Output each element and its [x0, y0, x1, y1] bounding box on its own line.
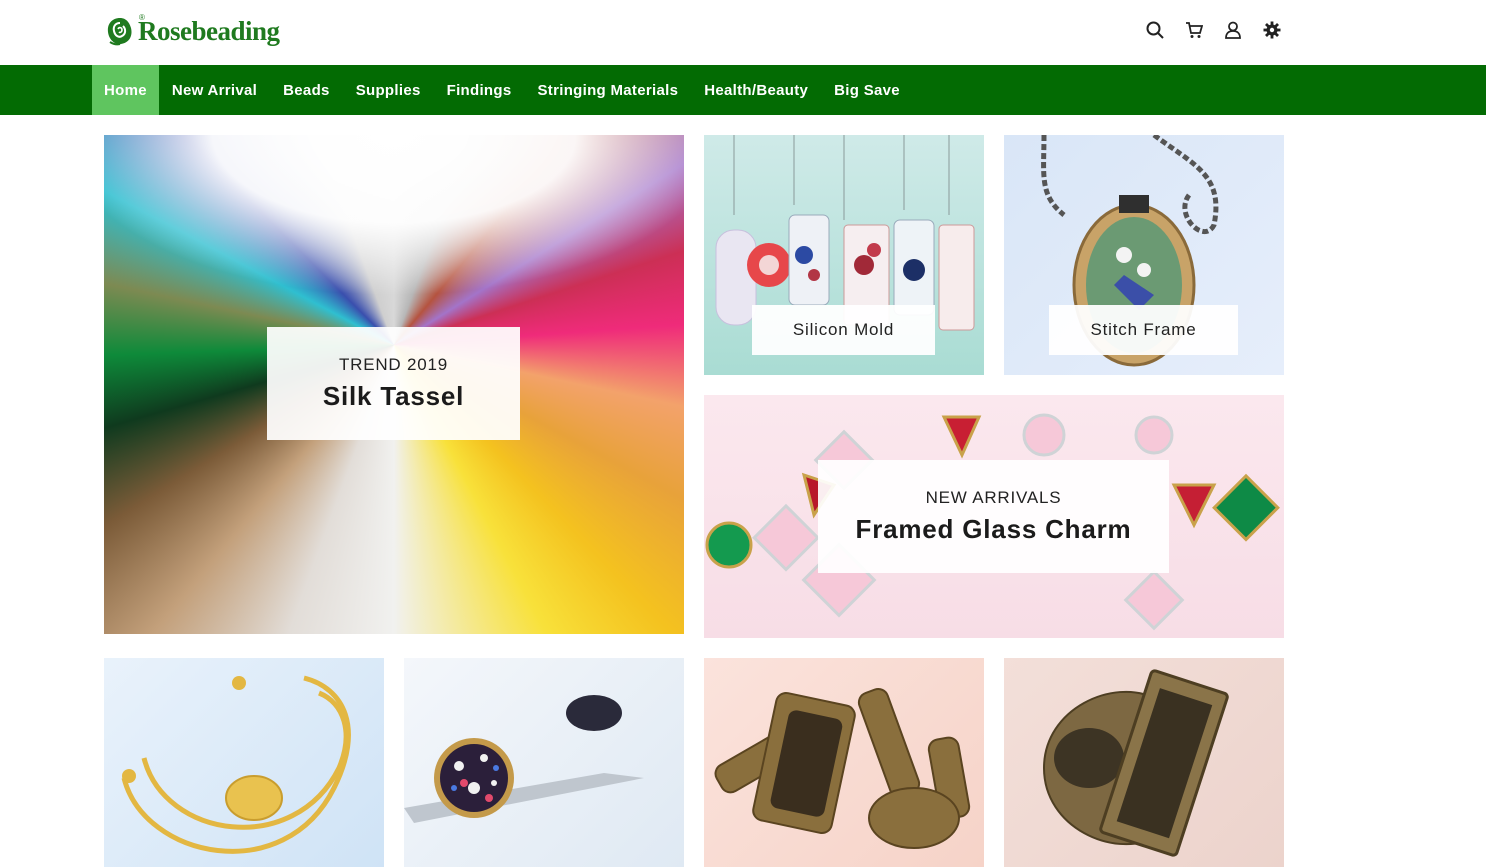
main-nav: Home New Arrival Beads Supplies Findings…	[0, 65, 1486, 115]
user-icon[interactable]	[1221, 19, 1245, 41]
nav-item-home[interactable]: Home	[92, 65, 159, 115]
banner-subtitle: TREND 2019	[338, 355, 449, 374]
silk-tassel-card: TREND 2019 Silk Tassel	[267, 327, 520, 440]
framed-glass-card: NEW ARRIVALS Framed Glass Charm	[818, 460, 1169, 573]
silk-tassel-banner[interactable]: TREND 2019 Silk Tassel	[104, 135, 684, 634]
cufflink-image	[714, 688, 971, 849]
header-actions	[1143, 19, 1299, 41]
silicon-mold-banner[interactable]: Silicon Mold	[704, 135, 984, 375]
framed-glass-charm-banner[interactable]: NEW ARRIVALS Framed Glass Charm	[704, 395, 1284, 638]
nav-item-beads[interactable]: Beads	[270, 65, 343, 115]
nav-item-health-beauty[interactable]: Health/Beauty	[691, 65, 821, 115]
nav-item-findings[interactable]: Findings	[434, 65, 525, 115]
brand-logo[interactable]: ® Rosebeading	[104, 13, 280, 49]
ring-image	[1042, 669, 1229, 857]
search-icon[interactable]	[1143, 19, 1167, 41]
stitch-frame-banner[interactable]: Stitch Frame	[1004, 135, 1284, 375]
silicon-mold-label: Silicon Mold	[752, 305, 935, 355]
settings-icon[interactable]	[1260, 19, 1284, 41]
nav-item-supplies[interactable]: Supplies	[343, 65, 434, 115]
site-header: ® Rosebeading	[0, 0, 1486, 65]
nav-list: Home New Arrival Beads Supplies Findings…	[92, 65, 913, 115]
hair-clip-image	[404, 695, 644, 823]
brand-name: Rosebeading	[138, 15, 280, 46]
bangle-tile[interactable]	[104, 658, 384, 867]
hair-clip-tile[interactable]	[404, 658, 684, 867]
registered-mark: ®	[139, 13, 145, 22]
ring-tile[interactable]	[1004, 658, 1284, 867]
cufflink-tile[interactable]	[704, 658, 984, 867]
rose-logo-icon	[104, 14, 136, 48]
nav-item-stringing-materials[interactable]: Stringing Materials	[525, 65, 692, 115]
bangle-image	[121, 675, 351, 854]
nav-item-big-save[interactable]: Big Save	[821, 65, 913, 115]
banner-subtitle: NEW ARRIVALS	[925, 488, 1062, 507]
banner-title: Framed Glass Charm	[855, 514, 1132, 544]
cart-icon[interactable]	[1182, 19, 1206, 41]
stitch-frame-label: Stitch Frame	[1049, 305, 1238, 355]
banner-title: Silk Tassel	[322, 381, 465, 411]
nav-item-new-arrival[interactable]: New Arrival	[159, 65, 270, 115]
